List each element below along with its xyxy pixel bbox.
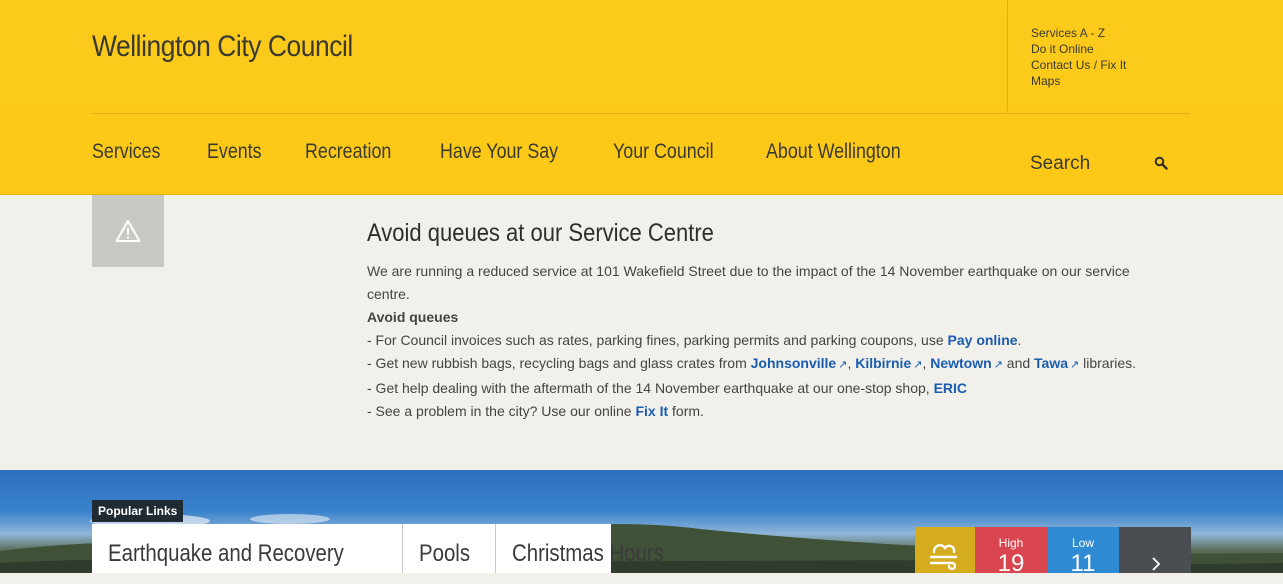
notice-line-pay-online: - For Council invoices such as rates, pa… — [367, 329, 1167, 352]
link-text: Newtown — [930, 355, 992, 371]
notice-line-text: - See a problem in the city? Use our onl… — [367, 403, 636, 419]
external-link-icon: ↗ — [1070, 359, 1080, 371]
header-divider-horizontal — [92, 113, 1190, 114]
quick-link-services-a-z[interactable]: Services A - Z — [1031, 25, 1126, 41]
notice-line-fix-it: - See a problem in the city? Use our onl… — [367, 400, 1167, 423]
wind-cloud-icon — [929, 544, 958, 570]
notice-title: Avoid queues at our Service Centre — [367, 219, 714, 247]
quick-links: Services A - Z Do it Online Contact Us /… — [1031, 25, 1126, 89]
popular-link-pools[interactable]: Pools — [403, 524, 496, 573]
nav-item-services[interactable]: Services — [92, 140, 160, 164]
nav-item-your-council[interactable]: Your Council — [613, 140, 714, 164]
main-nav: Services Events Recreation Have Your Say… — [92, 140, 964, 164]
popular-link-christmas-hours[interactable]: Christmas Hours — [496, 524, 707, 573]
site-title[interactable]: Wellington City Council — [92, 30, 353, 64]
pay-online-link[interactable]: Pay online — [948, 332, 1018, 348]
service-notice: Avoid queues at our Service Centre We ar… — [367, 219, 1167, 423]
popular-links-label: Popular Links — [92, 500, 184, 522]
notice-line-text: libraries. — [1079, 355, 1137, 371]
popular-link-text: Earthquake and Recovery — [108, 540, 344, 567]
search-box — [1020, 146, 1175, 182]
eric-link[interactable]: ERIC — [934, 380, 967, 396]
popular-link-text: Pools — [418, 540, 470, 567]
kilbirnie-library-link[interactable]: Kilbirnie ↗ — [855, 355, 922, 371]
nav-item-recreation[interactable]: Recreation — [305, 140, 391, 164]
notice-line-libraries: - Get new rubbish bags, recycling bags a… — [367, 352, 1167, 377]
notice-line-text: - Get new rubbish bags, recycling bags a… — [367, 355, 751, 371]
popular-links: Earthquake and Recovery Pools Christmas … — [92, 524, 663, 573]
search-icon[interactable] — [1154, 156, 1168, 170]
popular-link-text: Christmas Hours — [511, 540, 664, 567]
fix-it-link[interactable]: Fix It — [635, 403, 668, 419]
newtown-library-link[interactable]: Newtown ↗ — [930, 355, 1003, 371]
weather-widget: High 19 Low 11 — [915, 527, 1191, 577]
link-text: Tawa — [1034, 355, 1069, 371]
weather-high-label: High — [998, 536, 1024, 550]
johnsonville-library-link[interactable]: Johnsonville ↗ — [751, 355, 848, 371]
tawa-library-link[interactable]: Tawa ↗ — [1034, 355, 1079, 371]
notice-line-text: - For Council invoices such as rates, pa… — [367, 332, 948, 348]
weather-high: High 19 — [975, 527, 1047, 577]
link-text: Johnsonville — [750, 355, 837, 371]
weather-condition — [915, 527, 975, 573]
notice-line-text: form. — [668, 403, 704, 419]
warning-icon — [115, 220, 141, 242]
site-header: Wellington City Council Services A - Z D… — [0, 0, 1283, 195]
nav-item-events[interactable]: Events — [207, 140, 262, 164]
nav-item-about-wellington[interactable]: About Wellington — [766, 140, 901, 164]
quick-link-maps[interactable]: Maps — [1031, 73, 1126, 89]
weather-low: Low 11 — [1047, 527, 1119, 577]
search-input[interactable] — [1030, 150, 1140, 178]
notice-line-text: and — [1002, 355, 1035, 371]
notice-intro: We are running a reduced service at 101 … — [367, 263, 1130, 302]
notice-line-eric: - Get help dealing with the aftermath of… — [367, 377, 1167, 400]
quick-link-do-it-online[interactable]: Do it Online — [1031, 41, 1126, 57]
weather-next-button[interactable] — [1119, 527, 1191, 573]
chevron-right-icon — [1152, 557, 1161, 571]
weather-low-label: Low — [1071, 536, 1094, 550]
quick-link-contact-us[interactable]: Contact Us / Fix It — [1031, 57, 1126, 73]
external-link-icon: ↗ — [993, 359, 1003, 371]
header-divider-vertical — [1007, 0, 1008, 113]
weather-high-value: 19 — [997, 550, 1025, 577]
alert-icon-box — [92, 195, 164, 267]
notice-line-text: . — [1017, 332, 1022, 348]
weather-low-value: 11 — [1070, 550, 1096, 577]
nav-item-have-your-say[interactable]: Have Your Say — [440, 140, 558, 164]
link-text: Kilbirnie — [855, 355, 912, 371]
popular-link-earthquake-recovery[interactable]: Earthquake and Recovery — [92, 524, 403, 573]
notice-line-text: - Get help dealing with the aftermath of… — [367, 380, 934, 396]
notice-subheading: Avoid queues — [367, 309, 459, 325]
